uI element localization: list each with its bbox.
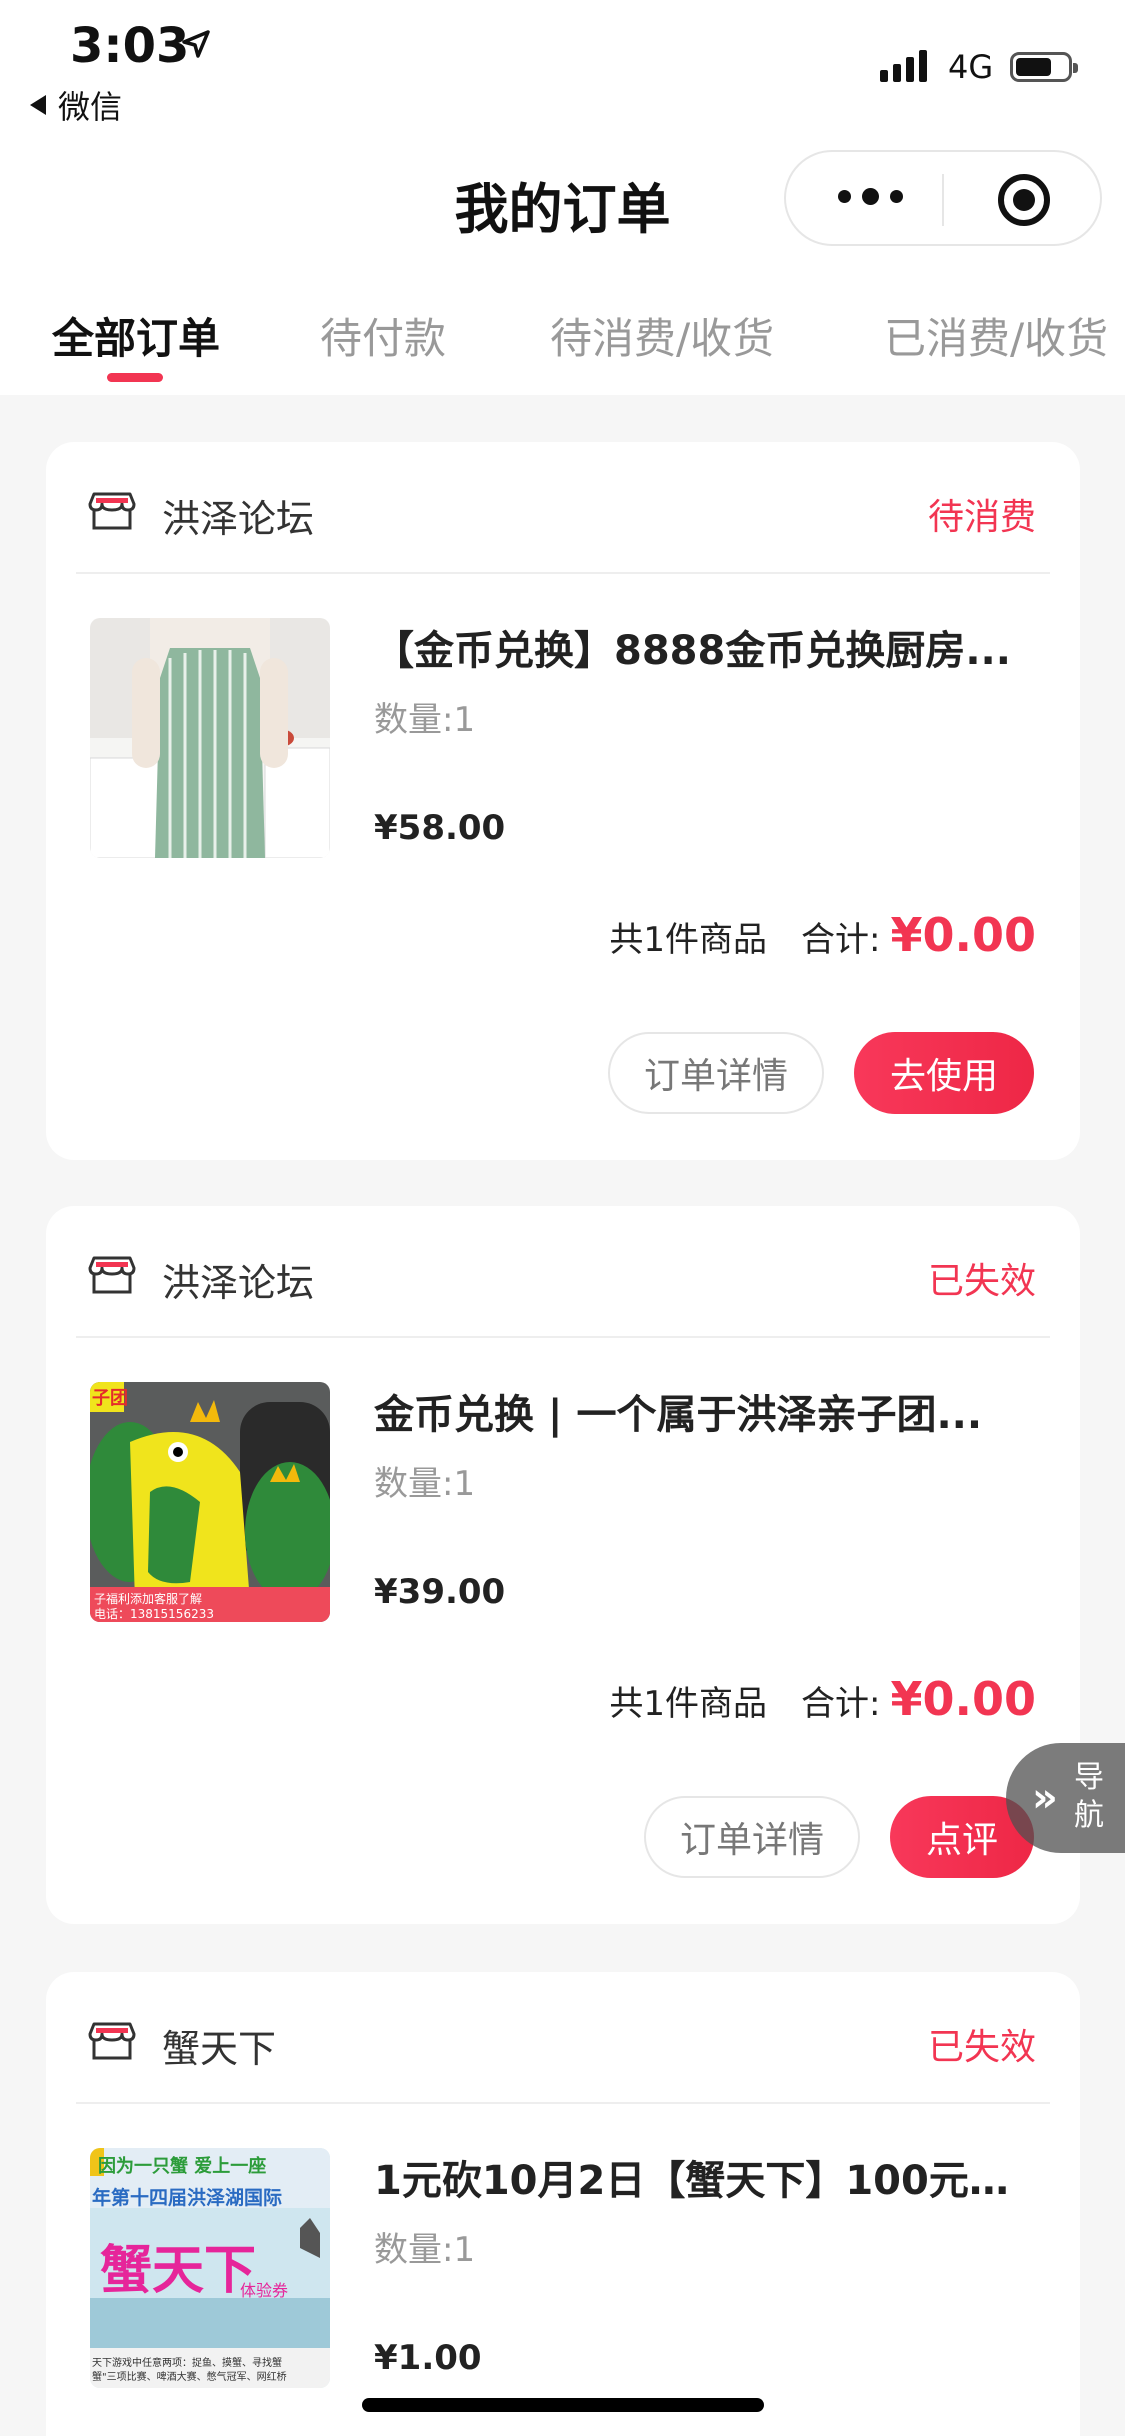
shop-row[interactable]: 洪泽论坛 待消费 <box>46 442 1080 572</box>
home-indicator <box>362 2398 764 2412</box>
tab-pending-consume[interactable]: 待消费/收货 <box>550 305 774 366</box>
tab-pending-payment[interactable]: 待付款 <box>320 305 446 366</box>
product-price: ¥58.00 <box>374 808 506 848</box>
shop-row[interactable]: 蟹天下 已失效 <box>46 1972 1080 2102</box>
order-status: 已失效 <box>927 1261 1036 1302</box>
shop-name: 洪泽论坛 <box>162 1261 315 1305</box>
location-arrow-icon <box>182 30 210 58</box>
order-card: 蟹天下 已失效 因为一只蟹 爱上一座 年第十四届洪泽湖国际 蟹天下 体验券 天下… <box>46 1972 1080 2436</box>
back-arrow-icon <box>30 95 46 115</box>
back-to-wechat[interactable]: 微信 <box>30 82 122 128</box>
product-price: ¥1.00 <box>374 2338 482 2378</box>
back-label: 微信 <box>58 88 123 126</box>
signal-bars-icon <box>880 50 927 82</box>
product-quantity: 数量:1 <box>374 1464 476 1504</box>
thumb-text-bottom-1: 子福利添加客服了解 <box>94 1591 202 1606</box>
thumb-text-top: 子团 <box>92 1388 128 1409</box>
capsule-divider <box>942 174 944 226</box>
order-tabs: 全部订单 待付款 待消费/收货 已消费/收货 <box>0 295 1125 395</box>
item-count: 共1件商品 <box>609 920 768 960</box>
total-label: 合计: <box>801 920 881 960</box>
thumb-text-3: 蟹天下 <box>100 2241 256 2301</box>
product-quantity: 数量:1 <box>374 700 476 740</box>
product-price: ¥39.00 <box>374 1572 506 1612</box>
tab-consumed[interactable]: 已消费/收货 <box>884 305 1108 366</box>
order-summary: 共1件商品 合计: ¥0.00 <box>609 1672 1036 1726</box>
product-name[interactable]: 1元砍10月2日【蟹天下】100元双... <box>374 2148 1034 2206</box>
mini-program-capsule <box>784 150 1102 246</box>
nav-label: 导航 <box>1074 1760 1104 1833</box>
product-image[interactable] <box>90 618 330 858</box>
order-status: 已失效 <box>927 2027 1036 2068</box>
product-image[interactable]: 子团 子福利添加客服了解 电话：13815156233 <box>90 1382 330 1622</box>
product-name[interactable]: 金币兑换 | 一个属于洪泽亲子团... <box>374 1382 1034 1440</box>
double-chevron-icon: » <box>1032 1775 1058 1821</box>
product-quantity: 数量:1 <box>374 2230 476 2270</box>
order-total: ¥0.00 <box>890 908 1036 962</box>
order-detail-button[interactable]: 订单详情 <box>608 1032 824 1114</box>
divider <box>76 2102 1050 2104</box>
use-button[interactable]: 去使用 <box>854 1032 1034 1114</box>
thumb-text-2: 年第十四届洪泽湖国际 <box>92 2186 282 2209</box>
item-count: 共1件商品 <box>609 1684 768 1724</box>
shop-name: 洪泽论坛 <box>162 497 315 541</box>
thumb-text-bottom-2: 电话：13815156233 <box>94 1607 214 1621</box>
store-icon <box>88 1256 136 1294</box>
order-card: 洪泽论坛 待消费 【金币兑换】8888金币兑换厨房... 数量:1 ¥58.00… <box>46 442 1080 1160</box>
shop-row[interactable]: 洪泽论坛 已失效 <box>46 1206 1080 1336</box>
thumb-text-6: 蟹"三项比赛、啤酒大赛、憋气冠军、网红桥 <box>92 2370 287 2383</box>
order-total: ¥0.00 <box>890 1672 1036 1726</box>
product-name[interactable]: 【金币兑换】8888金币兑换厨房... <box>374 618 1034 676</box>
tab-all-orders[interactable]: 全部订单 <box>52 305 220 366</box>
store-icon <box>88 2022 136 2060</box>
total-label: 合计: <box>801 1684 881 1724</box>
top-bar: 3:03 微信 4G 我的订单 全部订单 待付款 待消费/收货 已消费/收货 <box>0 0 1125 395</box>
store-icon <box>88 492 136 530</box>
divider <box>76 572 1050 574</box>
product-image[interactable]: 因为一只蟹 爱上一座 年第十四届洪泽湖国际 蟹天下 体验券 天下游戏中任意两项：… <box>90 2148 330 2388</box>
thumb-text-1: 因为一只蟹 爱上一座 <box>98 2155 266 2177</box>
tab-active-indicator <box>107 373 163 382</box>
shop-name: 蟹天下 <box>162 2027 277 2071</box>
battery-icon <box>1010 52 1078 82</box>
order-status: 待消费 <box>927 497 1036 538</box>
floating-nav-button[interactable]: » 导航 <box>1006 1743 1125 1853</box>
order-summary: 共1件商品 合计: ¥0.00 <box>609 908 1036 962</box>
target-circle-icon[interactable] <box>998 174 1050 226</box>
order-detail-button[interactable]: 订单详情 <box>644 1796 860 1878</box>
order-card: 洪泽论坛 已失效 子团 子福利添加客服了解 电话：13815156233 金币兑… <box>46 1206 1080 1924</box>
more-dots-icon[interactable] <box>838 188 903 205</box>
thumb-text-5: 天下游戏中任意两项：捉鱼、摸蟹、寻找蟹 <box>92 2356 282 2369</box>
network-type: 4G <box>948 48 994 86</box>
status-time: 3:03 <box>70 18 190 74</box>
thumb-text-4: 体验券 <box>240 2281 288 2300</box>
divider <box>76 1336 1050 1338</box>
